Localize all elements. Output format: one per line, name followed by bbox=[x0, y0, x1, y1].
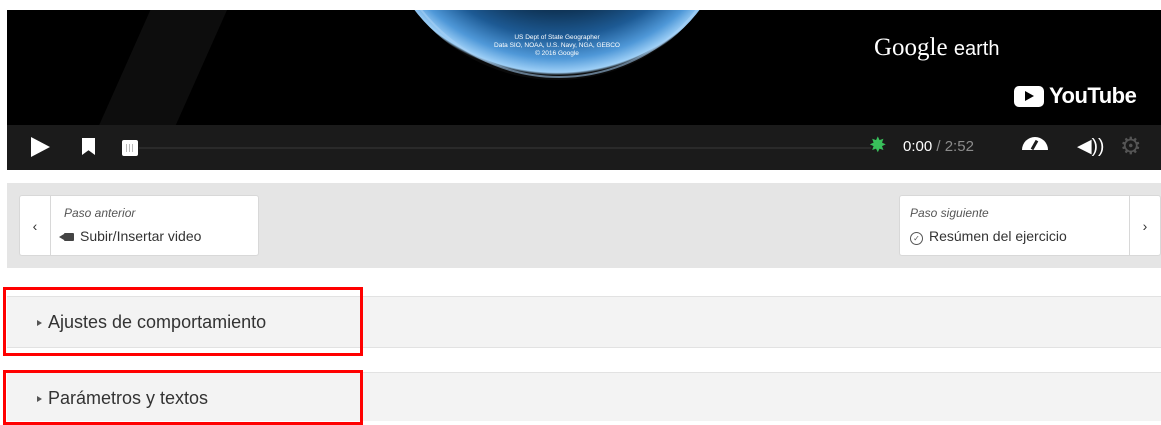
video-control-bar: ✸ 0:00 / 2:52 ◀)) ⚙ bbox=[7, 125, 1161, 170]
next-step-title: Resúmen del ejercicio bbox=[929, 228, 1067, 244]
chevron-left-icon: ‹ bbox=[20, 196, 51, 255]
progress-track[interactable] bbox=[139, 147, 871, 149]
progress-handle[interactable] bbox=[122, 140, 138, 156]
time-current: 0:00 bbox=[903, 138, 933, 155]
time-separator: / bbox=[932, 138, 945, 155]
next-step-title-row: ✓ Resúmen del ejercicio bbox=[910, 228, 1067, 245]
star-marker-icon[interactable]: ✸ bbox=[869, 135, 887, 157]
volume-icon[interactable]: ◀)) bbox=[1077, 135, 1104, 158]
map-credits: US Dept of State Geographer Data SIO, NO… bbox=[447, 34, 667, 58]
map-credit-line: © 2016 Google bbox=[535, 50, 579, 57]
section-label: Ajustes de comportamiento bbox=[48, 312, 267, 332]
section-parametros-textos[interactable]: Parámetros y textos bbox=[7, 372, 1161, 421]
youtube-label: YouTube bbox=[1049, 83, 1137, 108]
time-display: 0:00 / 2:52 bbox=[903, 138, 974, 155]
bookmark-icon[interactable] bbox=[82, 138, 95, 155]
youtube-watermark[interactable]: YouTube bbox=[1014, 83, 1137, 109]
section-ajustes-comportamiento[interactable]: Ajustes de comportamiento bbox=[7, 296, 1161, 348]
circle-check-icon: ✓ bbox=[910, 232, 923, 245]
play-icon[interactable] bbox=[31, 137, 50, 157]
youtube-icon bbox=[1014, 85, 1044, 107]
gear-icon[interactable]: ⚙ bbox=[1120, 132, 1142, 161]
previous-step-caption: Paso anterior bbox=[64, 206, 136, 220]
playback-speed-icon[interactable] bbox=[1022, 137, 1048, 150]
step-navigation: ‹ Paso anterior Subir/Insertar video Pas… bbox=[7, 183, 1161, 268]
chevron-right-icon: › bbox=[1129, 196, 1160, 255]
section-label: Parámetros y textos bbox=[48, 388, 209, 408]
previous-step-button[interactable]: ‹ Paso anterior Subir/Insertar video bbox=[19, 195, 259, 256]
map-credit-line: Data SIO, NOAA, U.S. Navy, NGA, GEBCO bbox=[494, 42, 620, 49]
google-earth-logo-google: Google bbox=[874, 34, 948, 61]
previous-step-title-row: Subir/Insertar video bbox=[59, 228, 202, 244]
google-earth-logo: Google earth bbox=[874, 34, 999, 62]
next-step-button[interactable]: Paso siguiente ✓ Resúmen del ejercicio › bbox=[899, 195, 1161, 256]
next-step-caption: Paso siguiente bbox=[910, 206, 989, 220]
previous-step-title: Subir/Insertar video bbox=[80, 228, 202, 244]
google-earth-logo-earth: earth bbox=[953, 38, 1000, 60]
caret-right-icon bbox=[37, 396, 42, 402]
map-credit-line: US Dept of State Geographer bbox=[514, 34, 600, 41]
caret-right-icon bbox=[37, 320, 42, 326]
time-total: 2:52 bbox=[944, 138, 974, 155]
video-camera-icon bbox=[59, 233, 74, 241]
